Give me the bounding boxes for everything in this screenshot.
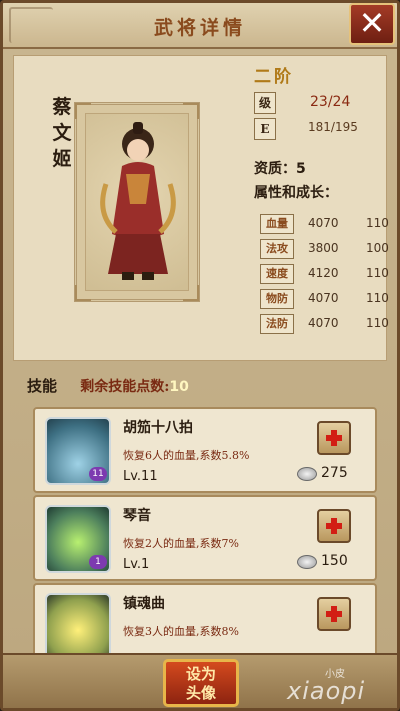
attribute-tag: 法防	[260, 314, 294, 334]
attribute-value: 3800	[308, 241, 339, 255]
footer-bar: 设为 头像 小皮 xiaopi	[3, 653, 397, 708]
skill-points-label: 剩余技能点数:	[80, 379, 170, 395]
level-tag: 级	[254, 92, 276, 114]
plus-icon	[326, 606, 342, 622]
plus-icon	[326, 430, 342, 446]
attribute-row: 法防 4070 110	[260, 314, 389, 334]
attribute-value: 4070	[308, 291, 339, 305]
upgrade-skill-button[interactable]	[317, 597, 351, 631]
skill-name: 镇魂曲	[123, 596, 165, 612]
level-row: 级 23/24	[254, 92, 374, 114]
attribute-value: 4070	[308, 216, 339, 230]
exp-value: 181/195	[308, 120, 358, 134]
skill-description: 恢复2人的血量,系数7%	[123, 537, 239, 550]
upgrade-cost: 150	[321, 553, 348, 569]
close-button[interactable]: ✕	[349, 3, 395, 45]
set-avatar-label-line2: 头像	[185, 684, 216, 702]
skill-card[interactable]: 1 琴音 恢复2人的血量,系数7% Lv.1 150	[33, 495, 377, 581]
attributes-title: 属性和成长：	[254, 185, 338, 201]
skill-card[interactable]: 11 胡笳十八拍 恢复6人的血量,系数5.8% Lv.11 275	[33, 407, 377, 493]
hero-name-char: 姬	[52, 148, 72, 170]
hero-detail-window: 武将详情 ✕ 蔡 文 姬 二阶 级 23/24 E 181/195 资质：5 属…	[0, 0, 400, 711]
skill-level: Lv.11	[123, 469, 158, 484]
attribute-growth: 100	[366, 241, 389, 255]
skill-description: 恢复3人的血量,系数8%	[123, 625, 239, 638]
attribute-tag: 血量	[260, 214, 294, 234]
watermark: 小皮 xiaopi	[281, 667, 391, 707]
level-value: 23/24	[310, 94, 351, 110]
attribute-tag: 法攻	[260, 239, 294, 259]
upgrade-skill-button[interactable]	[317, 421, 351, 455]
hero-figure-icon	[100, 122, 176, 280]
plus-icon	[326, 518, 342, 534]
skill-level: Lv.1	[123, 557, 150, 572]
set-avatar-button[interactable]: 设为 头像	[163, 659, 239, 707]
watermark-logo: xiaopi	[287, 677, 366, 705]
attribute-row: 速度 4120 110	[260, 264, 389, 284]
attribute-growth: 110	[366, 266, 389, 280]
attribute-growth: 110	[366, 216, 389, 230]
skill-card[interactable]: 镇魂曲 恢复3人的血量,系数8%	[33, 583, 377, 653]
attribute-value: 4070	[308, 316, 339, 330]
skills-label: 技能	[27, 377, 58, 395]
attribute-growth: 110	[366, 291, 389, 305]
upgrade-skill-button[interactable]	[317, 509, 351, 543]
hero-portrait-card	[74, 102, 200, 302]
attribute-tag: 物防	[260, 289, 294, 309]
skill-name: 琴音	[123, 508, 151, 524]
skills-header: 技能 剩余技能点数:10	[27, 375, 387, 395]
attribute-row: 物防 4070 110	[260, 289, 389, 309]
hero-info-panel: 蔡 文 姬 二阶 级 23/24 E 181/195 资质：5 属性和成长： 血…	[13, 55, 389, 361]
green-sparkle-skill-icon: 1	[45, 505, 111, 573]
attribute-tag: 速度	[260, 264, 294, 284]
aptitude-label: 资质：	[254, 161, 296, 177]
silver-coin-icon	[297, 555, 317, 569]
aptitude-value: 5	[296, 161, 306, 177]
skill-description: 恢复6人的血量,系数5.8%	[123, 449, 250, 462]
fret-ornament	[75, 103, 91, 119]
skill-name: 胡笳十八拍	[123, 420, 193, 436]
hero-rank: 二阶	[254, 67, 294, 87]
attribute-row: 法攻 3800 100	[260, 239, 389, 259]
hero-name-char: 文	[52, 122, 72, 144]
attribute-growth: 110	[366, 316, 389, 330]
attribute-row: 血量 4070 110	[260, 214, 389, 234]
silver-coin-icon	[297, 467, 317, 481]
fret-ornament	[183, 285, 199, 301]
hero-portrait	[85, 113, 189, 291]
fret-ornament	[183, 103, 199, 119]
blue-water-skill-icon: 11	[45, 417, 111, 485]
aptitude: 资质：5	[254, 158, 306, 178]
close-icon: ✕	[358, 4, 386, 42]
skill-level-badge: 11	[89, 467, 107, 481]
hero-name: 蔡 文 姬	[48, 94, 76, 172]
set-avatar-label-line1: 设为	[185, 665, 216, 683]
yellow-glow-skill-icon	[45, 593, 111, 653]
skill-level-badge: 1	[89, 555, 107, 569]
upgrade-cost: 275	[321, 465, 348, 481]
fret-ornament	[75, 285, 91, 301]
hero-name-char: 蔡	[52, 96, 72, 118]
page-title: 武将详情	[153, 17, 246, 39]
skill-points-value: 10	[169, 379, 189, 395]
exp-row: E 181/195	[254, 118, 374, 140]
attribute-value: 4120	[308, 266, 339, 280]
header-bar: 武将详情	[3, 3, 397, 49]
exp-tag: E	[254, 118, 276, 140]
